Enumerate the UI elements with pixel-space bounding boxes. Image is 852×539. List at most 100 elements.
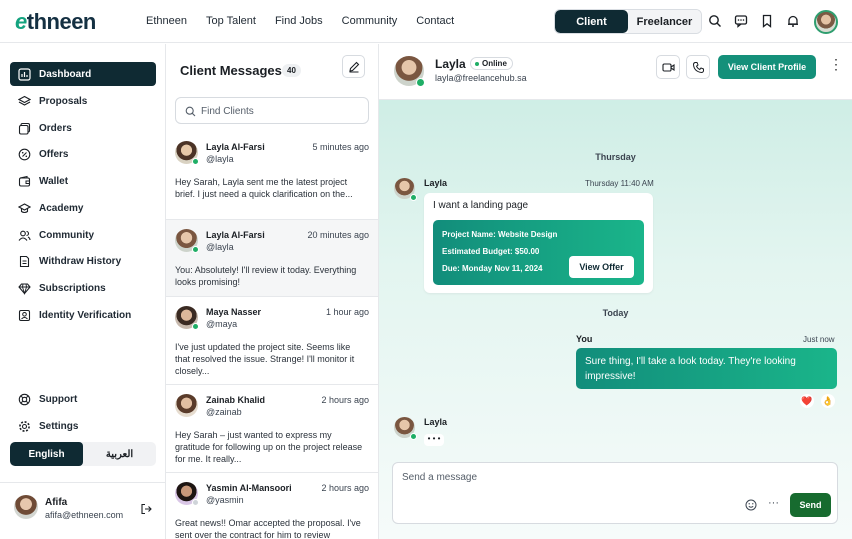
compose-button[interactable] [342, 55, 365, 78]
find-clients-search[interactable]: Find Clients [175, 97, 369, 124]
date-separator: Today [602, 308, 629, 318]
english-button[interactable]: English [10, 442, 83, 466]
sidebar-item-label: Identity Verification [39, 309, 132, 321]
nav-find-jobs[interactable]: Find Jobs [275, 15, 323, 27]
search-icon [185, 106, 196, 117]
message-time: Thursday 11:40 AM [585, 179, 654, 188]
panel-title: Client Messages [180, 63, 282, 78]
id-badge-icon [18, 309, 31, 321]
view-client-profile-button[interactable]: View Client Profile [718, 55, 816, 79]
arabic-button[interactable]: العربية [83, 442, 156, 466]
more-horizontal-icon[interactable]: ··· [768, 497, 779, 509]
conversation-handle: @maya [206, 319, 238, 329]
ethneen-logo[interactable]: ethneen [15, 9, 96, 35]
conversation-time: 2 hours ago [321, 483, 369, 493]
percent-icon [18, 148, 31, 160]
conversation-preview: Hey Sarah – just wanted to express my gr… [175, 430, 363, 464]
message-count-badge: 40 [282, 64, 301, 77]
client-mode-button[interactable]: Client [555, 10, 628, 33]
offline-indicator [192, 499, 199, 506]
sidebar-item-label: Wallet [39, 175, 69, 187]
freelancer-mode-button[interactable]: Freelancer [628, 10, 701, 33]
layers-icon [18, 95, 31, 106]
sidebar-item-label: Proposals [39, 95, 88, 107]
top-navbar: ethneen Ethneen Top Talent Find Jobs Com… [0, 0, 852, 43]
sidebar-item-label: Subscriptions [39, 282, 106, 294]
sidebar-item-community[interactable]: Community [10, 223, 156, 247]
bookmark-icon[interactable] [760, 14, 774, 28]
offer-due-date: Due: Monday Nov 11, 2024 [442, 264, 543, 273]
sidebar-item-label: Orders [39, 122, 72, 134]
conversation-item[interactable]: Maya Nasser @maya 1 hour ago I've just u… [166, 297, 378, 385]
sidebar-item-offers[interactable]: Offers [10, 142, 156, 166]
nav-community[interactable]: Community [342, 15, 398, 27]
message-text: I want a landing page [433, 200, 529, 211]
conversation-name: Maya Nasser [206, 307, 262, 317]
ok-hand-reaction[interactable]: 👌 [821, 394, 835, 408]
avatar [175, 394, 198, 417]
view-offer-button[interactable]: View Offer [569, 256, 634, 278]
message-composer[interactable]: Send a message ··· Send [392, 462, 838, 524]
wallet-icon [18, 175, 31, 187]
sidebar-item-orders[interactable]: Orders [10, 116, 156, 140]
conversation-item[interactable]: Yasmin Al-Mansoori @yasmin 2 hours ago G… [166, 473, 378, 539]
nav-contact[interactable]: Contact [416, 15, 454, 27]
offer-card: Project Name: Website Design Estimated B… [433, 220, 644, 285]
voice-call-button[interactable] [686, 55, 710, 79]
conversation-name: Zainab Khalid [206, 395, 266, 405]
online-indicator [192, 246, 199, 253]
sidebar-item-wallet[interactable]: Wallet [10, 169, 156, 193]
user-avatar[interactable] [814, 10, 838, 34]
sidebar-item-label: Academy [39, 202, 84, 214]
sidebar-item-label: Withdraw History [39, 255, 122, 267]
sidebar-item-support[interactable]: Support [10, 387, 156, 411]
bell-icon[interactable] [786, 14, 800, 28]
user-email: afifa@ethneen.com [45, 510, 124, 520]
video-call-button[interactable] [656, 55, 680, 79]
orders-icon [18, 122, 31, 135]
emoji-icon[interactable] [745, 499, 757, 511]
sidebar-item-settings[interactable]: Settings [10, 414, 156, 438]
main-nav: Ethneen Top Talent Find Jobs Community C… [146, 15, 473, 27]
heart-reaction[interactable]: ❤️ [800, 394, 814, 408]
conversation-preview: You: Absolutely! I'll review it today. E… [175, 265, 357, 287]
logout-icon[interactable] [140, 503, 152, 515]
sidebar-item-dashboard[interactable]: Dashboard [10, 62, 156, 86]
conversation-item[interactable]: Layla Al-Farsi @layla 20 minutes ago You… [166, 220, 378, 297]
online-indicator [410, 433, 417, 440]
sidebar-item-academy[interactable]: Academy [10, 196, 156, 220]
conversation-item[interactable]: Layla Al-Farsi @layla 5 minutes ago Hey … [166, 132, 378, 220]
search-icon[interactable] [708, 14, 722, 28]
online-indicator [410, 194, 417, 201]
sidebar-item-withdraw-history[interactable]: Withdraw History [10, 249, 156, 273]
message-bubble: I want a landing page Project Name: Webs… [424, 193, 653, 293]
chat-panel: Layla Online layla@freelancehub.sa View … [379, 44, 852, 539]
sidebar-item-identity-verification[interactable]: Identity Verification [10, 303, 156, 327]
sidebar-item-proposals[interactable]: Proposals [10, 89, 156, 113]
conversation-time: 5 minutes ago [312, 142, 369, 152]
sidebar-item-subscriptions[interactable]: Subscriptions [10, 276, 156, 300]
verified-indicator [416, 78, 425, 87]
chat-contact-email: layla@freelancehub.sa [435, 73, 527, 83]
conversation-time: 20 minutes ago [307, 230, 369, 240]
conversation-handle: @zainab [206, 407, 242, 417]
conversation-handle: @yasmin [206, 495, 244, 505]
send-button[interactable]: Send [790, 493, 831, 517]
nav-ethneen[interactable]: Ethneen [146, 15, 187, 27]
search-placeholder: Find Clients [201, 106, 254, 117]
own-message-bubble: Sure thing, I'll take a look today. They… [576, 348, 837, 389]
offer-project-name: Project Name: Website Design [442, 230, 558, 239]
chat-icon[interactable] [734, 14, 748, 28]
typing-indicator: • • • [424, 434, 444, 446]
conversation-name: Layla Al-Farsi [206, 142, 265, 152]
conversation-preview: Great news!! Omar accepted the proposal.… [175, 518, 361, 539]
more-options-icon[interactable]: ⋮ [829, 56, 843, 73]
date-separator: Thursday [595, 152, 636, 162]
nav-top-talent[interactable]: Top Talent [206, 15, 256, 27]
graduation-cap-icon [18, 202, 31, 213]
conversation-item[interactable]: Zainab Khalid @zainab 2 hours ago Hey Sa… [166, 385, 378, 473]
online-indicator [192, 323, 199, 330]
message-sender: You [576, 334, 593, 344]
conversation-preview: I've just updated the project site. Seem… [175, 342, 355, 376]
online-indicator [192, 158, 199, 165]
